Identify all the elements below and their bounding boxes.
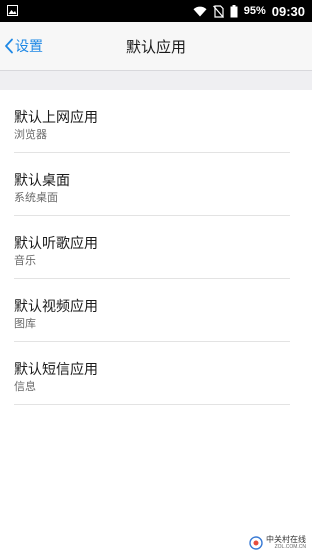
navigation-bar: 设置 默认应用 [0,22,312,70]
default-sms-item[interactable]: 默认短信应用 信息 [0,342,312,405]
default-music-item[interactable]: 默认听歌应用 音乐 [0,216,312,279]
list-item-value: 信息 [14,380,36,393]
list-item-value: 音乐 [14,254,36,267]
section-header-band [0,70,312,90]
back-label: 设置 [15,39,43,55]
clock: 09:30 [271,3,305,19]
default-apps-list: 默认上网应用 浏览器 默认桌面 系统桌面 默认听歌应用 音乐 默认视频应用 图库… [0,90,312,405]
list-item-value: 图库 [14,317,36,330]
list-item-title: 默认视频应用 [14,299,98,315]
divider [14,404,290,405]
list-item-title: 默认上网应用 [14,110,98,126]
list-item-value: 浏览器 [14,128,47,141]
zol-logo-icon [249,535,263,550]
back-button[interactable]: 设置 [4,22,43,70]
image-notification-icon [7,5,18,16]
list-item-title: 默认听歌应用 [14,236,98,252]
list-item-value: 系统桌面 [14,191,58,204]
default-launcher-item[interactable]: 默认桌面 系统桌面 [0,153,312,216]
default-video-item[interactable]: 默认视频应用 图库 [0,279,312,342]
list-item-title: 默认短信应用 [14,362,98,378]
battery-percentage: 95% [243,5,266,17]
watermark: 中关村在线 ZOL.COM.CN [249,535,306,550]
watermark-cn: 中关村在线 [266,535,306,544]
list-item-title: 默认桌面 [14,173,70,189]
status-bar: 95% 09:30 [0,0,312,22]
watermark-en: ZOL.COM.CN [274,544,306,550]
battery-icon [230,4,238,17]
no-sim-icon [212,4,224,18]
wifi-icon [193,6,207,16]
default-browser-item[interactable]: 默认上网应用 浏览器 [0,90,312,153]
chevron-left-icon [5,38,13,54]
page-title: 默认应用 [125,37,186,56]
